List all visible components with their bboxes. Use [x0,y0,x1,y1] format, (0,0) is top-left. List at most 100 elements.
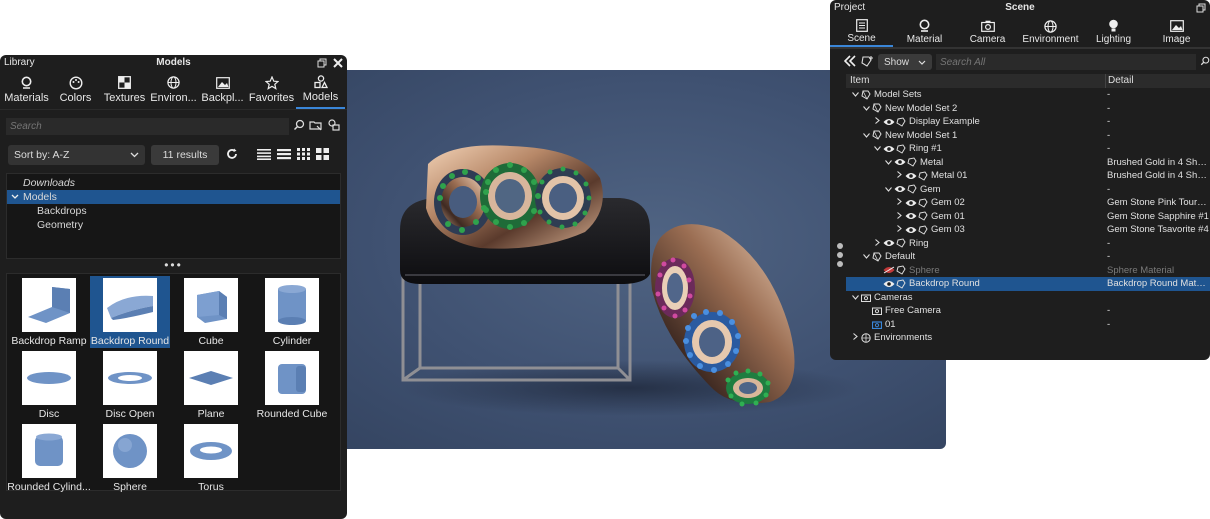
visibility-eye-icon[interactable] [882,118,895,126]
visibility-eye-icon[interactable] [893,158,906,166]
visibility-eye-icon[interactable] [893,185,906,193]
tree-item-backdrops[interactable]: Backdrops [7,204,340,218]
small-grid-view-icon[interactable] [297,147,310,163]
tab-materials[interactable]: Materials [2,70,51,109]
model-tile-rcyl[interactable]: Rounded Cylind... [7,422,91,494]
visibility-eye-icon[interactable] [882,239,895,247]
scene-tab-lighting[interactable]: Lighting [1082,17,1145,47]
scene-tree-row[interactable]: Sphere Sphere Material [846,264,1210,278]
chevron-down-icon[interactable] [872,144,882,153]
model-tile-cube[interactable]: Cube [171,276,251,348]
tree-item-geometry[interactable]: Geometry [7,218,340,232]
collapse-icon[interactable] [843,54,856,70]
model-tile-round[interactable]: Backdrop Round [90,276,170,348]
scene-tab-image[interactable]: Image [1145,17,1208,47]
model-icon [906,184,917,194]
scene-tree-row[interactable]: Ring #1 - [846,142,1210,156]
chevron-right-icon[interactable] [894,211,904,221]
scene-tree-row[interactable]: Environments [846,331,1210,345]
chevron-down-icon[interactable] [850,293,860,302]
model-tile-cylinder[interactable]: Cylinder [252,276,332,348]
model-tile-discopen[interactable]: Disc Open [90,349,170,421]
scene-tree-row[interactable]: Metal 01 Brushed Gold in 4 Shade... [846,169,1210,183]
chevron-down-icon[interactable] [861,104,871,113]
compact-list-view-icon[interactable] [277,148,291,163]
scene-tree-row[interactable]: New Model Set 1 - [846,129,1210,143]
tree-item-downloads[interactable]: Downloads [7,176,340,190]
scene-tab-scene[interactable]: Scene [830,17,893,47]
tab-label: Models [302,90,339,103]
chevron-right-icon[interactable] [850,333,860,342]
scene-search-input[interactable] [936,54,1196,70]
show-dropdown[interactable]: Show [878,54,932,70]
chevron-down-icon[interactable] [11,190,23,204]
scene-tree-row[interactable]: 01 - [846,318,1210,332]
add-model-set-icon[interactable] [860,55,874,70]
scene-tree-row[interactable]: Metal Brushed Gold in 4 Shade... [846,156,1210,170]
visibility-eye-icon[interactable] [882,280,895,288]
tab-environ[interactable]: Environ... [149,70,198,109]
model-tile-rcube[interactable]: Rounded Cube [252,349,332,421]
chevron-down-icon[interactable] [883,185,893,194]
library-search-input[interactable] [6,118,289,135]
chevron-right-icon[interactable] [872,238,882,248]
chevron-right-icon[interactable] [872,117,882,126]
model-tile-sphere[interactable]: Sphere [90,422,170,494]
scene-tree-row[interactable]: Ring - [846,237,1210,251]
scene-tab-environment[interactable]: Environment [1019,17,1082,47]
chevron-down-icon[interactable] [850,90,860,99]
restore-window-icon[interactable] [317,58,327,68]
tab-favorites[interactable]: Favorites [247,70,296,109]
tab-models[interactable]: Models [296,70,345,109]
scene-tree-row[interactable]: Gem - [846,183,1210,197]
refresh-icon[interactable] [225,147,239,164]
tree-item-models[interactable]: Models [7,190,340,204]
model-tile-plane[interactable]: Plane [171,349,251,421]
chevron-down-icon[interactable] [861,252,871,261]
chevron-down-icon[interactable] [883,158,893,167]
scene-tree-row[interactable]: New Model Set 2 - [846,102,1210,116]
detail-column-header[interactable]: Detail [1106,74,1210,88]
visibility-eye-icon[interactable] [904,199,917,207]
chevron-right-icon[interactable] [894,225,904,234]
visibility-eye-icon[interactable] [904,172,917,180]
item-column-header[interactable]: Item [846,74,1106,88]
hidden-eye-icon[interactable] [882,266,895,274]
models-filter-icon[interactable] [327,119,341,134]
sort-dropdown[interactable]: Sort by: A-Z [8,145,145,165]
scene-tree-row[interactable]: Backdrop Round Backdrop Round Material [846,277,1210,291]
scene-panel-drag-handle[interactable] [837,243,843,270]
scene-tree-row[interactable]: Gem 01 Gem Stone Sapphire #1 [846,210,1210,224]
tab-backpl[interactable]: Backpl... [198,70,247,109]
chevron-right-icon[interactable] [894,171,904,180]
close-icon[interactable] [333,57,343,68]
tab-textures[interactable]: Textures [100,70,149,109]
panel-splitter-handle[interactable]: ••• [0,259,347,271]
chevron-down-icon[interactable] [861,131,871,140]
visibility-eye-icon[interactable] [904,212,917,220]
visibility-eye-icon[interactable] [882,145,895,153]
chevron-right-icon[interactable] [894,198,904,207]
model-tile-disc[interactable]: Disc [9,349,89,421]
search-icon[interactable] [293,119,305,134]
scene-tree-row[interactable]: Gem 02 Gem Stone Pink Tourmal... [846,196,1210,210]
large-grid-view-icon[interactable] [316,147,329,163]
scene-tab-camera[interactable]: Camera [956,17,1019,47]
visibility-eye-icon[interactable] [904,226,917,234]
row-detail: Gem Stone Pink Tourmal... [1107,197,1210,209]
restore-window-icon[interactable] [1196,3,1206,13]
list-view-icon[interactable] [257,148,271,163]
scene-tree-row[interactable]: Free Camera - [846,304,1210,318]
search-icon[interactable] [1200,56,1210,69]
scene-tree-row[interactable]: Display Example - [846,115,1210,129]
model-tile-torus[interactable]: Torus [171,422,251,494]
folder-filter-icon[interactable] [309,119,323,134]
scene-tree-row[interactable]: Default - [846,250,1210,264]
tab-colors[interactable]: Colors [51,70,100,109]
scene-tree-row[interactable]: Model Sets - [846,88,1210,102]
model-icon [895,117,906,127]
scene-tree-row[interactable]: Gem 03 Gem Stone Tsavorite #4 [846,223,1210,237]
model-tile-ramp[interactable]: Backdrop Ramp [9,276,89,348]
scene-tree-row[interactable]: Cameras [846,291,1210,305]
scene-tab-material[interactable]: Material [893,17,956,47]
